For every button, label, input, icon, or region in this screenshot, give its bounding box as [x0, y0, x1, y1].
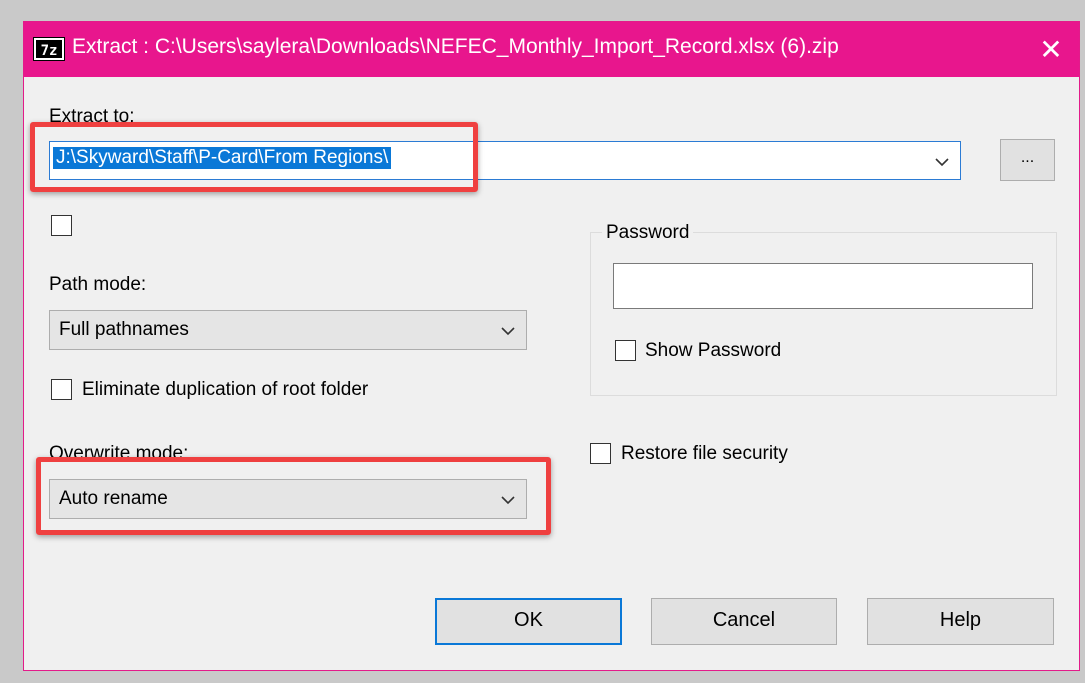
- close-button[interactable]: ✕: [1023, 22, 1079, 77]
- help-button[interactable]: Help: [867, 598, 1054, 645]
- window-title: Extract : C:\Users\saylera\Downloads\NEF…: [72, 35, 839, 58]
- eliminate-duplication-checkbox[interactable]: [51, 379, 72, 400]
- cancel-button[interactable]: Cancel: [651, 598, 837, 645]
- restore-security-checkbox[interactable]: [590, 443, 611, 464]
- title-bar: 7z Extract : C:\Users\saylera\Downloads\…: [24, 22, 1079, 77]
- chevron-down-icon[interactable]: [501, 324, 515, 338]
- extract-path-highlight: [30, 122, 478, 192]
- chevron-down-icon[interactable]: [935, 155, 949, 169]
- ok-button[interactable]: OK: [435, 598, 622, 645]
- overwrite-mode-highlight: [36, 457, 551, 535]
- password-input[interactable]: [613, 263, 1033, 309]
- extract-dialog: 7z Extract : C:\Users\saylera\Downloads\…: [23, 21, 1080, 671]
- browse-button[interactable]: ...: [1000, 139, 1055, 181]
- show-password-checkbox[interactable]: [615, 340, 636, 361]
- path-mode-select[interactable]: Full pathnames: [49, 310, 527, 350]
- password-groupbox: [590, 232, 1057, 396]
- show-password-label: Show Password: [645, 340, 782, 361]
- unlabeled-checkbox[interactable]: [51, 215, 72, 236]
- eliminate-duplication-label: Eliminate duplication of root folder: [82, 379, 369, 400]
- restore-security-label: Restore file security: [621, 443, 788, 464]
- path-mode-label: Path mode:: [49, 274, 147, 295]
- path-mode-value: Full pathnames: [59, 319, 189, 340]
- password-group-label: Password: [602, 222, 694, 244]
- 7zip-app-icon: 7z: [33, 37, 65, 61]
